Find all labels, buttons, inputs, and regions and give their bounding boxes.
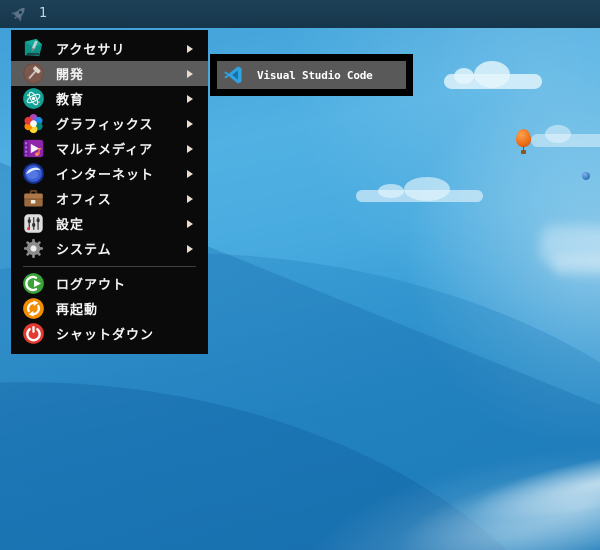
menu-item-restart[interactable]: 再起動 [11,296,208,321]
submenu-arrow-icon [187,94,193,103]
menu-item-label: グラフィックス [56,118,154,133]
applications-menu: アクセサリ 開発 教育 グラフィックス マルチメディア インターネット オフィス… [11,30,208,354]
menu-item-label: 開発 [56,68,85,83]
taskbar: 1 [0,0,600,28]
submenu-arrow-icon [187,244,193,253]
submenu-item-label: Visual Studio Code [257,68,373,82]
menu-item-logout[interactable]: ログアウト [11,271,208,296]
menu-item-development[interactable]: 開発 [11,61,208,86]
cloud [356,177,483,202]
submenu-arrow-icon [187,44,193,53]
graphics-icon [21,112,45,136]
multimedia-icon [21,137,45,161]
submenu-arrow-icon [187,169,193,178]
education-icon [21,87,45,111]
menu-item-internet[interactable]: インターネット [11,161,208,186]
screen: 1 アクセサリ 開発 教育 グラフィックス マルチメディア インターネット オフ… [0,0,600,550]
menu-item-label: アクセサリ [56,43,126,58]
cloud [531,125,600,147]
menu-item-education[interactable]: 教育 [11,86,208,111]
development-submenu: Visual Studio Code [210,54,413,96]
menu-item-system[interactable]: システム [11,236,208,261]
menu-item-label: シャットダウン [56,328,155,343]
menu-item-label: 教育 [56,93,85,108]
menu-item-label: マルチメディア [56,143,154,158]
vscode-icon [222,64,244,86]
menu-item-vscode[interactable]: Visual Studio Code [217,61,406,89]
menu-item-label: オフィス [56,193,112,208]
system-icon [21,237,45,261]
settings-icon [21,212,45,236]
menu-item-accessories[interactable]: アクセサリ [11,36,208,61]
menu-item-label: ログアウト [56,278,127,293]
menu-item-label: インターネット [56,168,155,183]
hot-air-balloon [516,129,531,156]
workspace-indicator[interactable]: 1 [39,0,47,28]
cloud [444,61,542,89]
internet-icon [21,162,45,186]
submenu-arrow-icon [187,144,193,153]
menu-item-office[interactable]: オフィス [11,186,208,211]
menu-item-graphics[interactable]: グラフィックス [11,111,208,136]
submenu-arrow-icon [187,69,193,78]
menu-item-multimedia[interactable]: マルチメディア [11,136,208,161]
menu-item-label: 設定 [56,218,85,233]
menu-item-label: 再起動 [56,303,99,318]
menu-separator [23,266,196,267]
small-balloon [582,172,590,180]
cloud [552,256,600,276]
submenu-arrow-icon [187,219,193,228]
logout-icon [21,272,45,296]
submenu-arrow-icon [187,194,193,203]
shutdown-icon [21,322,45,346]
menu-item-settings[interactable]: 設定 [11,211,208,236]
accessories-icon [21,37,45,61]
rocket-icon [8,4,29,25]
menu-item-label: システム [56,243,112,258]
development-icon [21,62,45,86]
submenu-arrow-icon [187,119,193,128]
office-icon [21,187,45,211]
menu-item-shutdown[interactable]: シャットダウン [11,321,208,346]
restart-icon [21,297,45,321]
